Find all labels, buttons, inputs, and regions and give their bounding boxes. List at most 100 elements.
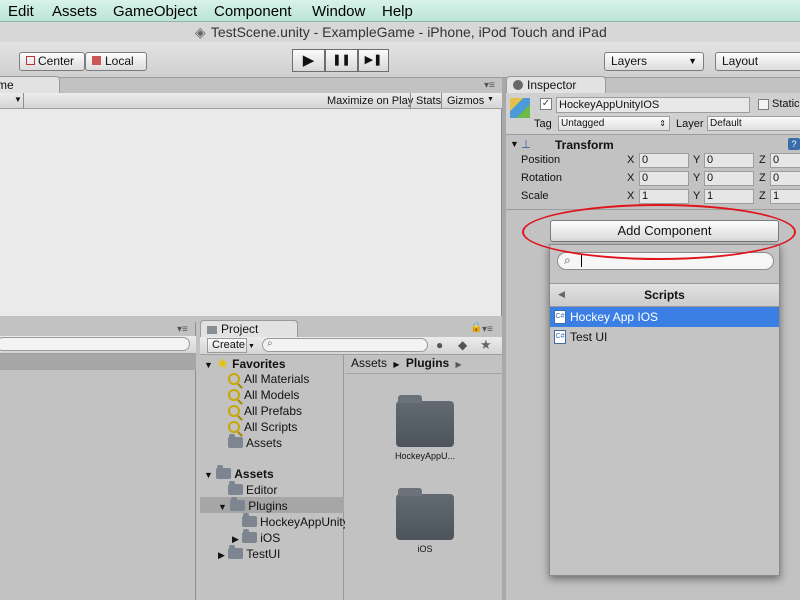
panel-menu-icon[interactable]: ▾≡ bbox=[482, 324, 493, 335]
dropdown-arrow-icon: ⇕ bbox=[659, 119, 666, 128]
active-checkbox[interactable]: ✓ bbox=[540, 98, 552, 110]
search-icon: ⌕ bbox=[267, 338, 273, 349]
help-icon[interactable]: ? bbox=[788, 138, 800, 150]
object-name-field[interactable]: HockeyAppUnityIOS bbox=[556, 97, 750, 113]
pause-icon: ❚❚ bbox=[332, 54, 351, 66]
foldout-arrow-icon[interactable]: ▼ bbox=[510, 139, 519, 149]
collapse-arrow-icon: ▶ bbox=[218, 550, 225, 560]
tree-assets[interactable]: ▼ Assets bbox=[204, 465, 274, 483]
project-search-input[interactable]: ⌕ bbox=[262, 338, 428, 352]
folder-icon bbox=[216, 465, 232, 479]
play-icon: ▶ bbox=[302, 52, 315, 69]
breadcrumb-assets[interactable]: Assets bbox=[351, 356, 387, 370]
folder-icon bbox=[396, 395, 454, 447]
expand-arrow-icon: ▼ bbox=[204, 470, 213, 480]
tree-favorite-item[interactable]: All Scripts bbox=[228, 419, 297, 435]
stats-toggle[interactable]: Stats bbox=[416, 95, 441, 107]
hierarchy-search-input[interactable] bbox=[0, 337, 190, 351]
star-icon: ★ bbox=[216, 355, 229, 371]
window-title: TestScene.unity - ExampleGame - iPhone, … bbox=[210, 24, 607, 40]
csharp-script-icon: C# bbox=[554, 330, 566, 344]
static-label: Static bbox=[772, 98, 800, 110]
folder-icon bbox=[228, 434, 243, 448]
gizmos-dropdown[interactable]: Gizmos bbox=[447, 95, 484, 107]
tree-ios[interactable]: ▶ iOS bbox=[232, 529, 280, 547]
game-view bbox=[0, 93, 502, 316]
add-component-popup: ⌕ ◀ Scripts C# Hockey App IOS C# Test UI bbox=[549, 244, 780, 576]
info-icon bbox=[513, 80, 523, 90]
project-toolbar: Create ▼ ⌕ ● ◆ ★ bbox=[200, 337, 502, 355]
folder-icon bbox=[228, 545, 244, 559]
position-y-field[interactable]: 0 bbox=[704, 153, 754, 168]
position-x-field[interactable]: 0 bbox=[639, 153, 689, 168]
transform-component: ▼ ⟂ Transform ? Position X 0 Y 0 Z 0 Rot… bbox=[506, 136, 800, 210]
tree-favorite-item[interactable]: All Models bbox=[228, 387, 299, 403]
rotation-z-field[interactable]: 0 bbox=[770, 171, 800, 186]
menu-window[interactable]: Window bbox=[312, 3, 365, 20]
layout-dropdown[interactable]: Layout bbox=[715, 52, 800, 71]
tree-plugins[interactable]: ▼ Plugins bbox=[218, 497, 288, 515]
tree-favorite-item[interactable]: Assets bbox=[228, 434, 282, 451]
aspect-dropdown-arrow-icon[interactable]: ▼ bbox=[14, 95, 22, 104]
pivot-center-button[interactable]: Center bbox=[19, 52, 85, 71]
menu-help[interactable]: Help bbox=[382, 3, 413, 20]
folder-icon bbox=[230, 497, 246, 511]
project-content: Assets ▶ Plugins ▶ HockeyAppU... iOS bbox=[345, 355, 502, 600]
popup-item-test-ui[interactable]: C# Test UI bbox=[550, 327, 779, 347]
panel-menu-icon[interactable]: ▾≡ bbox=[484, 80, 495, 91]
maximize-on-play-toggle[interactable]: Maximize on Play bbox=[327, 95, 413, 107]
hierarchy-selected-row[interactable] bbox=[0, 354, 196, 370]
search-filter-icon bbox=[228, 389, 240, 401]
tag-dropdown[interactable]: Untagged ⇕ bbox=[558, 116, 670, 131]
menu-component[interactable]: Component bbox=[214, 3, 292, 20]
rotation-y-field[interactable]: 0 bbox=[704, 171, 754, 186]
unity-logo-icon: ◈ bbox=[194, 24, 206, 40]
tab-game[interactable]: me bbox=[0, 76, 60, 94]
filter-by-type-icon[interactable]: ● bbox=[436, 338, 443, 352]
tree-hockeyappunity[interactable]: HockeyAppUnity bbox=[242, 513, 349, 530]
step-button[interactable]: ▶❚ bbox=[358, 49, 389, 72]
menu-edit[interactable]: Edit bbox=[8, 3, 34, 20]
expand-arrow-icon: ▼ bbox=[218, 502, 227, 512]
panel-menu-icon[interactable]: ▾≡ bbox=[177, 324, 188, 335]
folder-icon bbox=[242, 513, 257, 527]
menu-gameobject[interactable]: GameObject bbox=[113, 3, 197, 20]
scale-y-field[interactable]: 1 bbox=[704, 189, 754, 204]
rotation-x-field[interactable]: 0 bbox=[639, 171, 689, 186]
collapse-arrow-icon: ▶ bbox=[232, 534, 239, 544]
tree-editor[interactable]: Editor bbox=[228, 481, 277, 498]
hierarchy-toolbar bbox=[0, 336, 196, 354]
tree-testui[interactable]: ▶ TestUI bbox=[218, 545, 280, 563]
menu-assets[interactable]: Assets bbox=[52, 3, 97, 20]
tab-inspector[interactable]: Inspector bbox=[506, 76, 606, 94]
popup-item-hockey-app-ios[interactable]: C# Hockey App IOS bbox=[550, 307, 779, 327]
asset-folder-ios[interactable]: iOS bbox=[385, 488, 465, 558]
project-folder-icon bbox=[207, 326, 217, 334]
project-tree: ▼ ★ Favorites All Materials All Models A… bbox=[200, 355, 349, 600]
filter-by-label-icon[interactable]: ◆ bbox=[458, 338, 467, 352]
tree-favorite-item[interactable]: All Materials bbox=[228, 371, 309, 387]
favorite-star-icon[interactable]: ★ bbox=[480, 337, 492, 353]
breadcrumb-plugins[interactable]: Plugins bbox=[406, 356, 449, 370]
scale-z-field[interactable]: 1 bbox=[770, 189, 800, 204]
layer-label: Layer bbox=[676, 118, 704, 130]
folder-icon bbox=[396, 488, 454, 540]
layer-dropdown[interactable]: Default bbox=[707, 116, 800, 131]
pivot-icon bbox=[26, 56, 35, 65]
pause-button[interactable]: ❚❚ bbox=[325, 49, 358, 72]
create-dropdown[interactable]: Create ▼ bbox=[207, 338, 255, 353]
rotation-label: Rotation bbox=[521, 172, 562, 184]
lock-icon[interactable]: 🔒 bbox=[470, 322, 482, 333]
transform-icon: ⟂ bbox=[522, 137, 531, 151]
position-z-field[interactable]: 0 bbox=[770, 153, 800, 168]
play-button[interactable]: ▶ bbox=[292, 49, 325, 72]
scale-x-field[interactable]: 1 bbox=[639, 189, 689, 204]
search-filter-icon bbox=[228, 373, 240, 385]
tree-favorite-item[interactable]: All Prefabs bbox=[228, 403, 302, 419]
pivot-local-button[interactable]: Local bbox=[85, 52, 147, 71]
layers-dropdown[interactable]: Layers ▼ bbox=[604, 52, 704, 71]
search-icon: ⌕ bbox=[564, 253, 571, 267]
tab-project[interactable]: Project bbox=[200, 320, 298, 338]
asset-folder-hockeyappunity[interactable]: HockeyAppU... bbox=[385, 395, 465, 465]
static-checkbox[interactable] bbox=[758, 99, 769, 110]
